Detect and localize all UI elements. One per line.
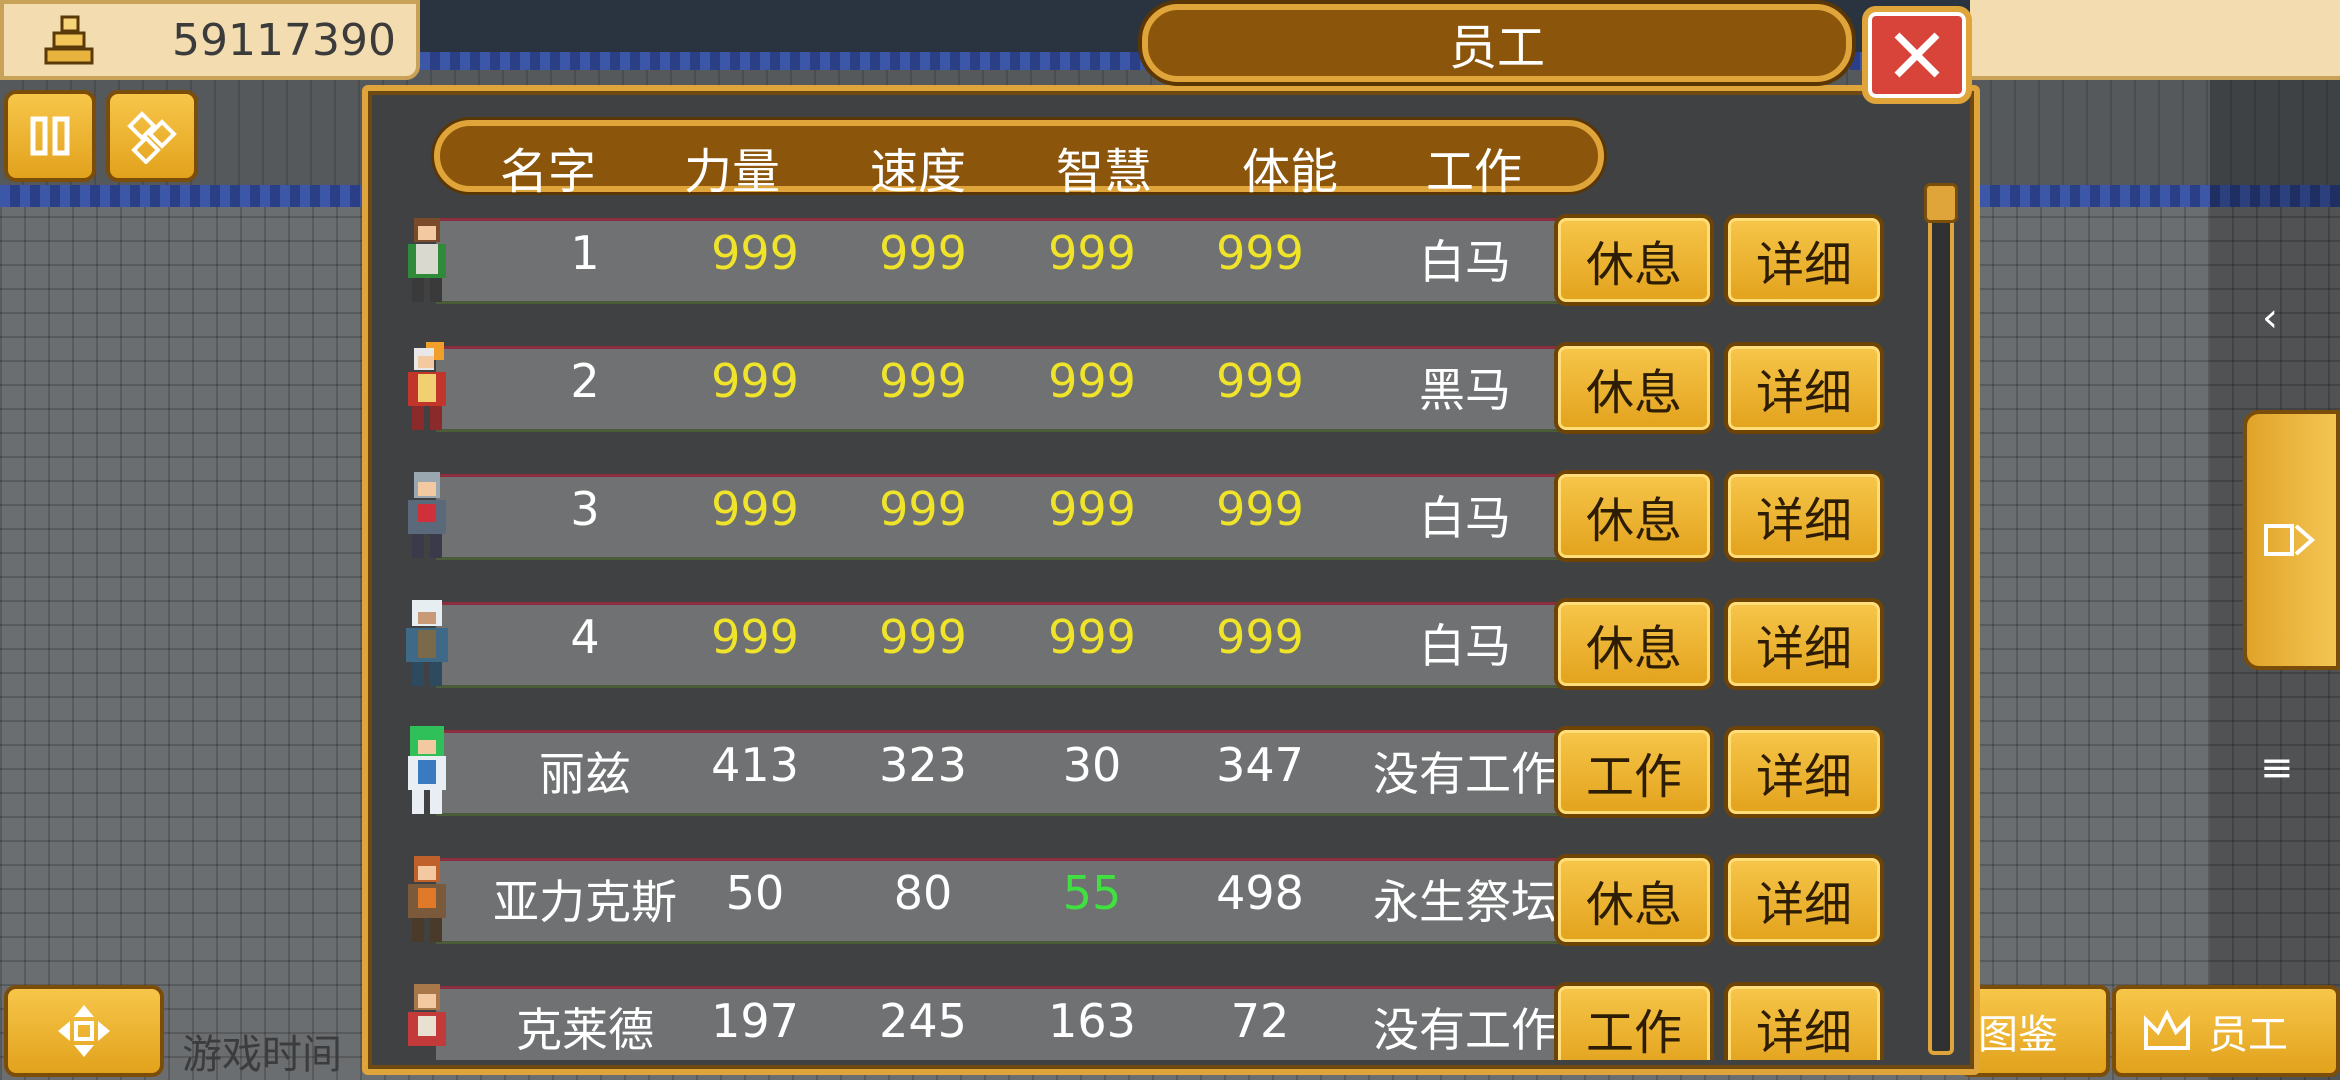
- dpad-icon: [58, 1005, 110, 1057]
- detail-button[interactable]: 详细: [1724, 854, 1884, 946]
- panel-toggle-icon: [2263, 524, 2315, 556]
- detail-button[interactable]: 详细: [1724, 598, 1884, 690]
- panel-title: 员工: [1142, 4, 1852, 82]
- stat-stamina: 999: [1216, 354, 1304, 408]
- stat-strength: 999: [711, 226, 799, 280]
- header-job: 工作: [1425, 144, 1522, 200]
- gems-button[interactable]: [106, 90, 198, 182]
- employee-avatar: [408, 984, 446, 1046]
- stat-strength: 999: [711, 610, 799, 664]
- stat-stamina: 999: [1216, 610, 1304, 664]
- stat-strength: 50: [725, 866, 785, 920]
- table-row: 1 999 999 999 999 白马 休息 详细: [400, 212, 1910, 306]
- pause-icon: [30, 116, 70, 156]
- detail-button[interactable]: 详细: [1724, 726, 1884, 818]
- close-button[interactable]: [1862, 6, 1972, 104]
- rest-button[interactable]: 休息: [1554, 598, 1714, 690]
- detail-button[interactable]: 详细: [1724, 982, 1884, 1060]
- stat-speed: 999: [879, 354, 967, 408]
- stat-speed: 999: [879, 482, 967, 536]
- employee-avatar: [408, 856, 446, 942]
- employee-avatar: [408, 472, 446, 558]
- header-strength: 力量: [683, 144, 780, 200]
- employee-avatar: [408, 726, 446, 814]
- stat-wisdom: 999: [1048, 354, 1136, 408]
- stat-strength: 197: [711, 994, 799, 1048]
- header-stamina: 体能: [1241, 144, 1338, 200]
- header-name: 名字: [499, 144, 596, 200]
- money-value: 59117390: [172, 14, 396, 66]
- tab-staff-label: 员工: [2208, 1012, 2288, 1058]
- list-scrollbar[interactable]: [1928, 185, 1954, 1055]
- detail-button[interactable]: 详细: [1724, 214, 1884, 306]
- detail-button[interactable]: 详细: [1724, 342, 1884, 434]
- work-button[interactable]: 工作: [1554, 726, 1714, 818]
- tab-atlas[interactable]: 图鉴: [1960, 985, 2110, 1077]
- tab-staff[interactable]: 员工: [2112, 985, 2340, 1077]
- stat-strength: 999: [711, 354, 799, 408]
- stat-stamina: 72: [1230, 994, 1290, 1048]
- game-time-label: 游戏时间: [182, 1032, 342, 1078]
- scroll-thumb[interactable]: [1924, 183, 1958, 223]
- table-row: 亚力克斯 50 80 55 498 永生祭坛 休息 详细: [400, 852, 1910, 946]
- employee-job: 永生祭坛: [1373, 875, 1557, 929]
- stat-wisdom: 163: [1048, 994, 1136, 1048]
- employee-job: 白马: [1419, 235, 1511, 289]
- table-row: 2 999 999 999 999 黑马 休息 详细: [400, 340, 1910, 434]
- stat-speed: 999: [879, 226, 967, 280]
- stat-strength: 413: [711, 738, 799, 792]
- chevron-left-icon[interactable]: ‹: [2262, 295, 2278, 341]
- stat-wisdom: 999: [1048, 610, 1136, 664]
- stat-stamina: 999: [1216, 482, 1304, 536]
- employee-job: 白马: [1419, 491, 1511, 545]
- table-row: 3 999 999 999 999 白马 休息 详细: [400, 468, 1910, 562]
- stat-strength: 999: [711, 482, 799, 536]
- money-bar: 59117390: [0, 0, 420, 80]
- tab-atlas-label: 图鉴: [1978, 1012, 2058, 1058]
- pause-button[interactable]: [4, 90, 96, 182]
- employee-avatar: [406, 600, 448, 686]
- stat-stamina: 498: [1216, 866, 1304, 920]
- stat-wisdom: 55: [1062, 866, 1122, 920]
- rest-button[interactable]: 休息: [1554, 342, 1714, 434]
- employee-job: 没有工作: [1373, 1003, 1557, 1057]
- table-row: 克莱德 197 245 163 72 没有工作 工作 详细: [400, 980, 1910, 1060]
- rest-button[interactable]: 休息: [1554, 214, 1714, 306]
- side-panel-toggle[interactable]: [2243, 410, 2340, 670]
- table-header: 名字 力量 速度 智慧 体能 工作: [434, 120, 1604, 200]
- coins-icon: [44, 15, 94, 65]
- stat-speed: 80: [893, 866, 953, 920]
- stat-stamina: 347: [1216, 738, 1304, 792]
- stat-speed: 999: [879, 610, 967, 664]
- header-wisdom: 智慧: [1055, 144, 1152, 200]
- employee-avatar: [408, 342, 446, 430]
- stat-wisdom: 999: [1048, 226, 1136, 280]
- crown-icon: [2144, 1009, 2190, 1050]
- detail-button[interactable]: 详细: [1724, 470, 1884, 562]
- rest-button[interactable]: 休息: [1554, 854, 1714, 946]
- stat-wisdom: 30: [1062, 738, 1122, 792]
- header-speed: 速度: [869, 144, 966, 200]
- employee-avatar: [408, 218, 446, 302]
- stat-stamina: 999: [1216, 226, 1304, 280]
- gems-icon: [127, 111, 177, 164]
- close-icon: [1894, 32, 1940, 78]
- rest-button[interactable]: 休息: [1554, 470, 1714, 562]
- top-right-bar: [1970, 0, 2340, 80]
- menu-icon[interactable]: ≡: [2260, 745, 2294, 791]
- move-button[interactable]: [4, 985, 164, 1077]
- table-row: 丽兹 413 323 30 347 没有工作 工作 详细: [400, 724, 1910, 818]
- employee-job: 白马: [1419, 619, 1511, 673]
- employee-job: 没有工作: [1373, 747, 1557, 801]
- table-row: 4 999 999 999 999 白马 休息 详细: [400, 596, 1910, 690]
- stat-speed: 245: [879, 994, 967, 1048]
- work-button[interactable]: 工作: [1554, 982, 1714, 1060]
- employee-job: 黑马: [1419, 363, 1511, 417]
- stat-wisdom: 999: [1048, 482, 1136, 536]
- stat-speed: 323: [879, 738, 967, 792]
